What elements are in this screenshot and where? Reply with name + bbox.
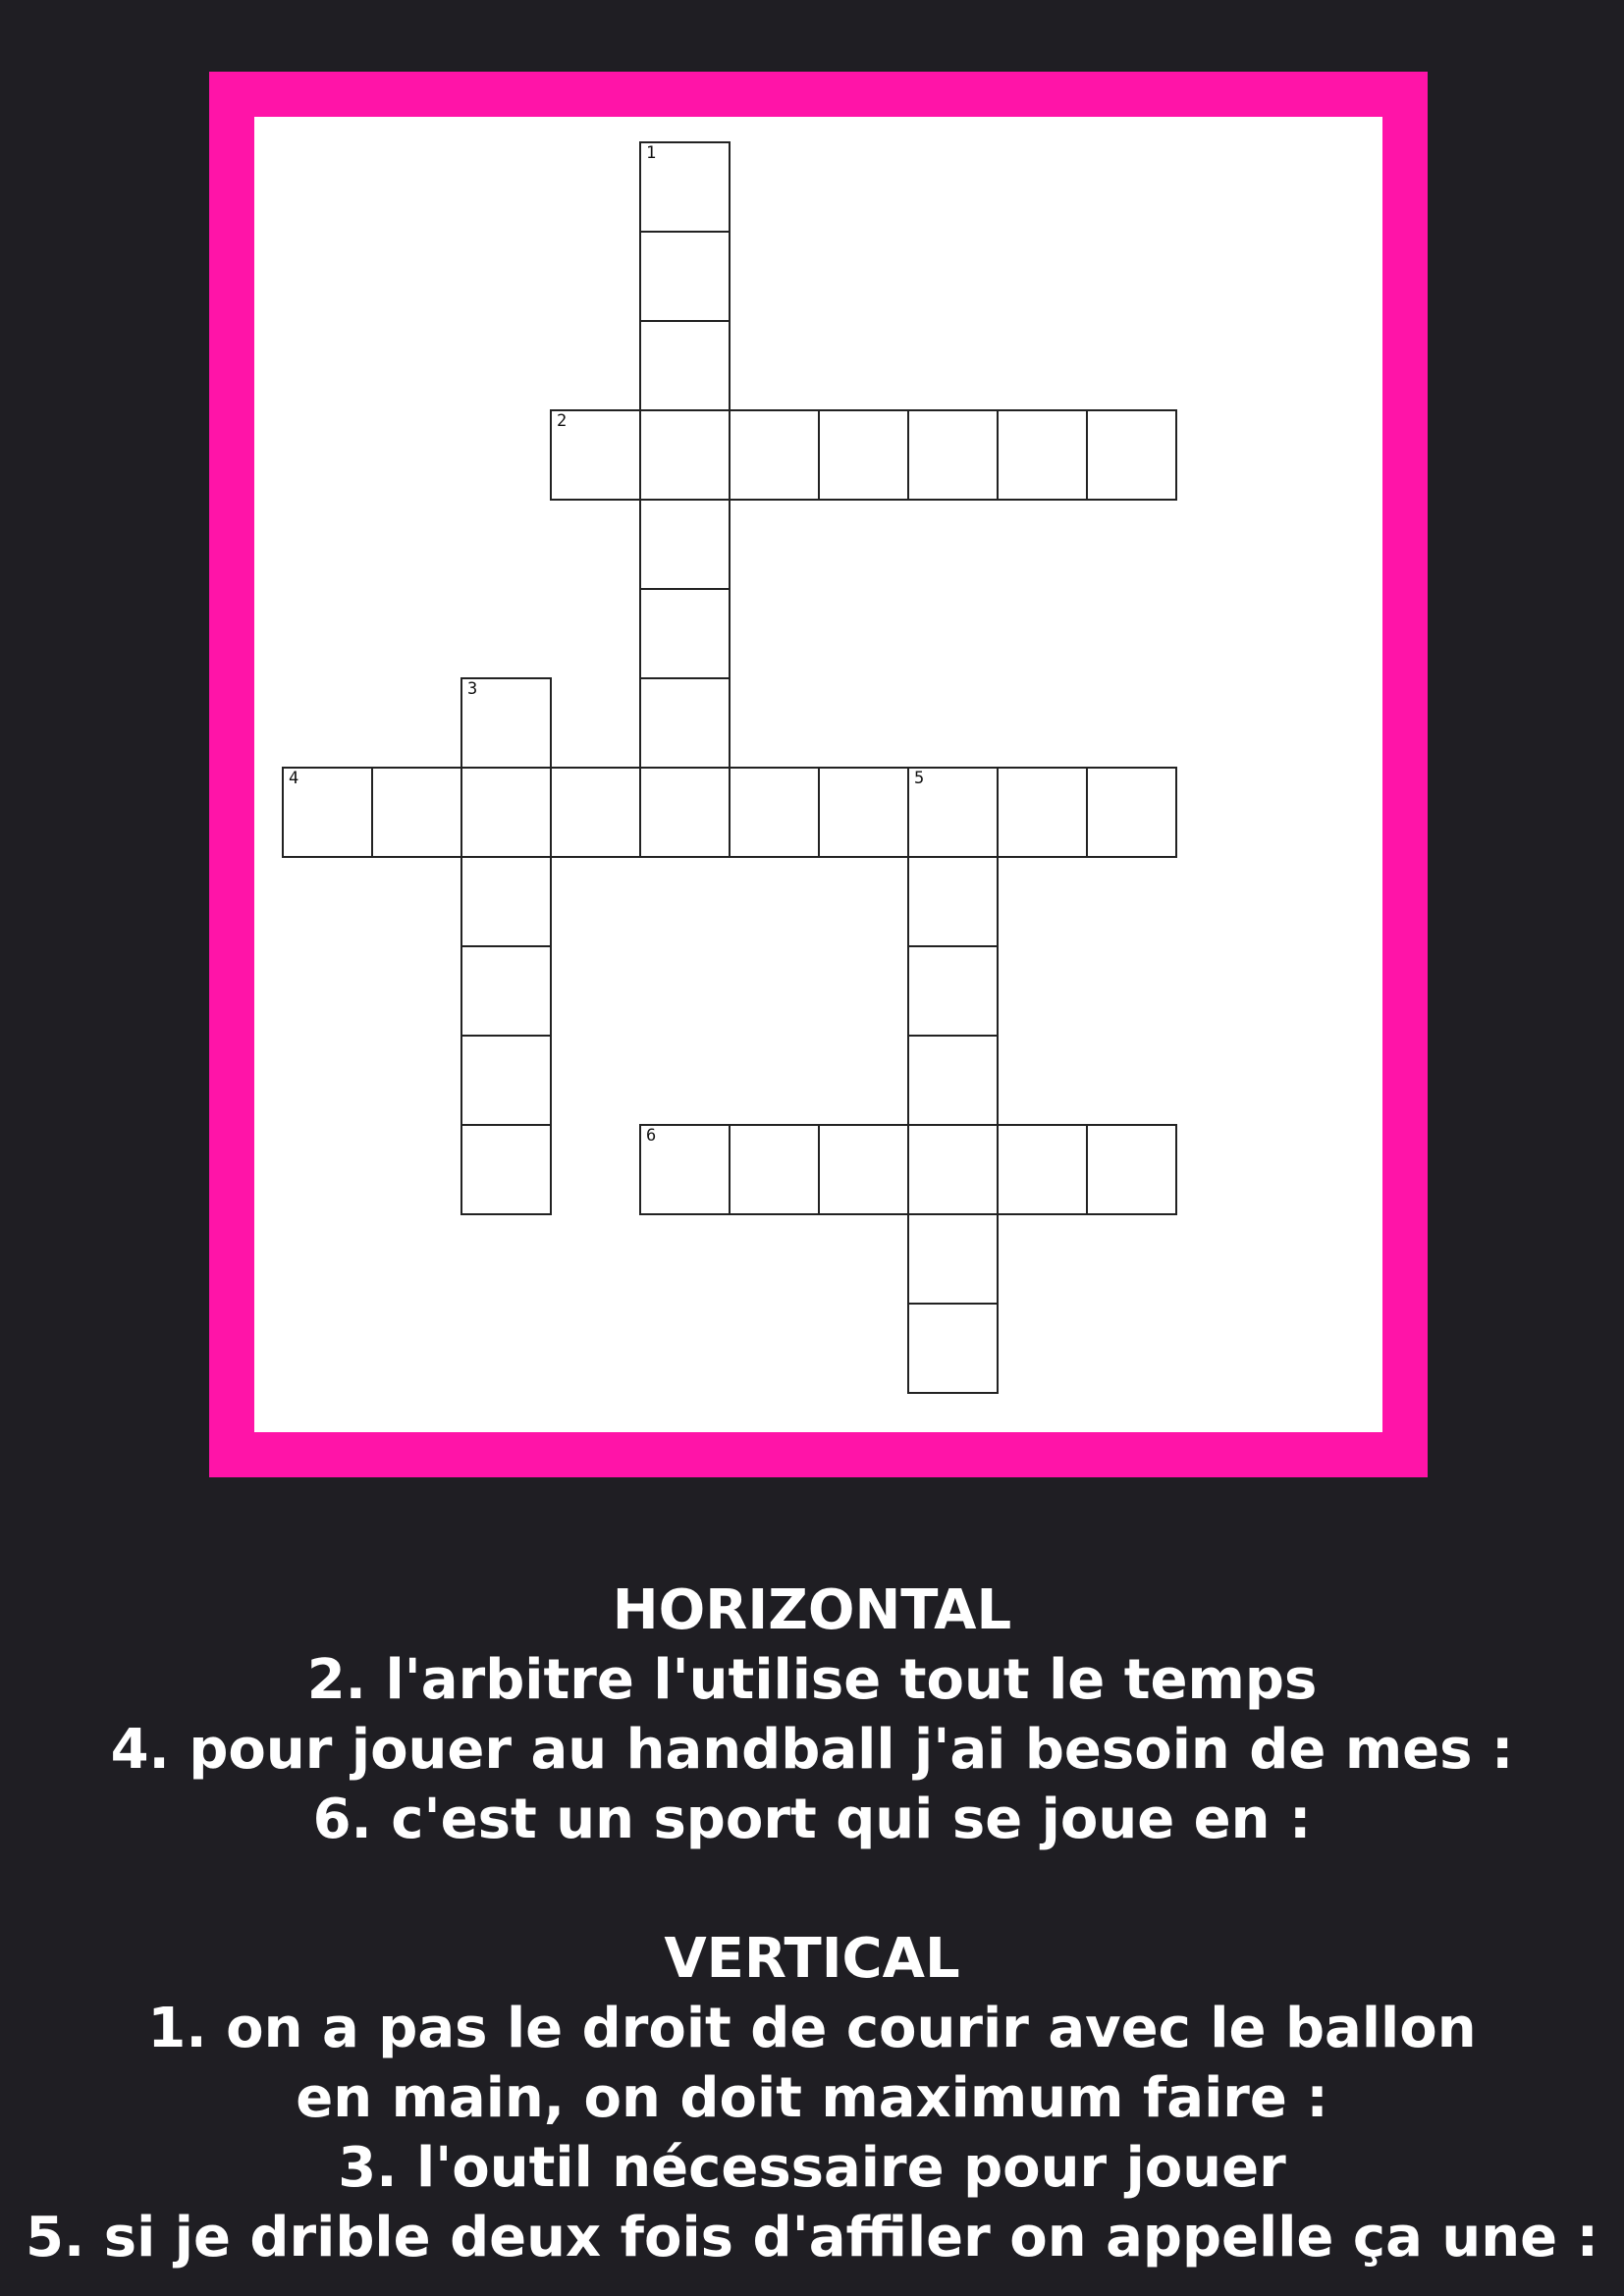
crossword-cell[interactable] (639, 677, 731, 769)
crossword-cell[interactable] (907, 1035, 999, 1126)
clue-number: 4 (289, 769, 299, 788)
crossword-cell[interactable] (818, 767, 909, 858)
crossword-cell[interactable] (818, 409, 909, 501)
crossword-cell[interactable] (460, 856, 552, 947)
clue-spacer (0, 1854, 1624, 1924)
vertical-heading: VERTICAL (664, 1927, 960, 1991)
crossword-cell[interactable] (729, 767, 820, 858)
vertical-clue-5: 5. si je drible deux fois d'affiler on a… (26, 2206, 1598, 2269)
crossword-cell[interactable] (639, 409, 731, 501)
crossword-cell[interactable]: 4 (282, 767, 373, 858)
crossword-cell[interactable] (639, 320, 731, 411)
crossword-cell[interactable] (729, 409, 820, 501)
crossword-frame: 1 2 3 4 5 6 (209, 72, 1428, 1477)
crossword-grid: 1 2 3 4 5 6 (254, 117, 1382, 1432)
crossword-cell[interactable] (907, 409, 999, 501)
horizontal-clue-6: 6. c'est un sport qui se joue en : (312, 1788, 1312, 1851)
crossword-cell[interactable] (460, 1124, 552, 1215)
crossword-cell[interactable] (371, 767, 462, 858)
crossword-cell[interactable]: 2 (550, 409, 641, 501)
crossword-cell[interactable] (907, 1303, 999, 1394)
clues-section: HORIZONTAL 2. l'arbitre l'utilise tout l… (0, 1575, 1624, 2272)
crossword-cell[interactable] (907, 1213, 999, 1305)
crossword-cell[interactable]: 3 (460, 677, 552, 769)
crossword-cell[interactable] (639, 767, 731, 858)
crossword-cell[interactable] (818, 1124, 909, 1215)
crossword-cell[interactable] (907, 945, 999, 1037)
crossword-cell[interactable] (1086, 767, 1177, 858)
horizontal-heading: HORIZONTAL (612, 1578, 1012, 1642)
horizontal-clue-4: 4. pour jouer au handball j'ai besoin de… (110, 1718, 1514, 1782)
crossword-cell[interactable] (1086, 1124, 1177, 1215)
crossword-cell[interactable] (460, 945, 552, 1037)
clue-number: 5 (914, 769, 925, 788)
crossword-cell[interactable] (639, 499, 731, 590)
crossword-cell[interactable]: 1 (639, 141, 731, 233)
clue-number: 2 (557, 411, 568, 431)
crossword-cell[interactable] (639, 588, 731, 679)
vertical-clue-3: 3. l'outil nécessaire pour jouer (338, 2136, 1286, 2200)
crossword-cell[interactable] (639, 231, 731, 322)
vertical-clue-1-continued: en main, on doit maximum faire : (296, 2066, 1328, 2130)
crossword-cell[interactable] (729, 1124, 820, 1215)
crossword-cell[interactable] (997, 767, 1088, 858)
crossword-cell[interactable] (997, 1124, 1088, 1215)
crossword-cell[interactable] (550, 767, 641, 858)
clue-number: 3 (467, 679, 478, 699)
crossword-cell[interactable] (1086, 409, 1177, 501)
horizontal-clue-2: 2. l'arbitre l'utilise tout le temps (306, 1648, 1318, 1712)
vertical-clue-1: 1. on a pas le droit de courir avec le b… (147, 1997, 1477, 2060)
clue-number: 6 (646, 1126, 657, 1146)
crossword-cell[interactable] (907, 856, 999, 947)
crossword-cell[interactable]: 6 (639, 1124, 731, 1215)
crossword-cell[interactable] (907, 1124, 999, 1215)
clue-number: 1 (646, 143, 657, 163)
crossword-cell[interactable] (460, 767, 552, 858)
crossword-cell[interactable]: 5 (907, 767, 999, 858)
crossword-cell[interactable] (460, 1035, 552, 1126)
crossword-cell[interactable] (997, 409, 1088, 501)
